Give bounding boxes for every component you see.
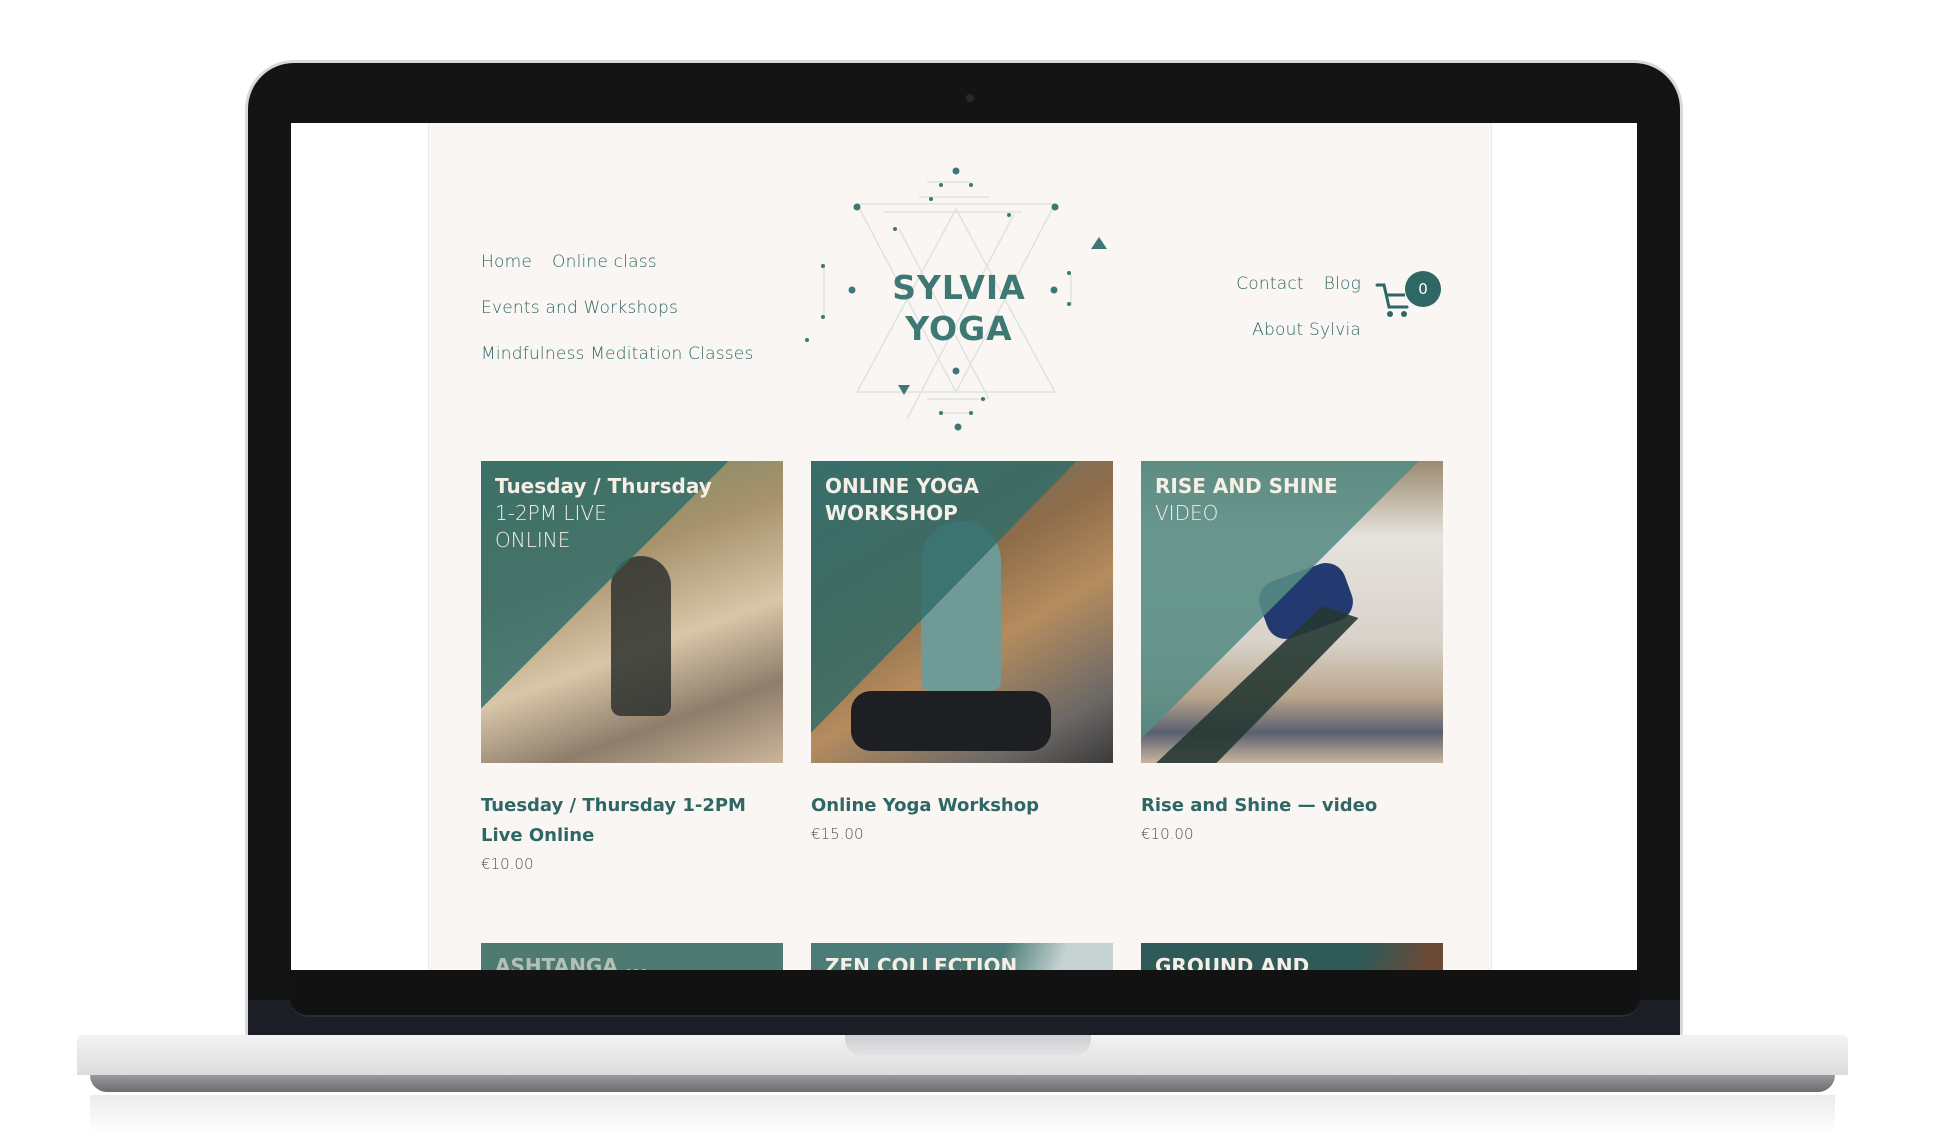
product-card: RISE AND SHINE VIDEO Rise and Shine — vi… — [1141, 461, 1443, 873]
caption-light: 1-2PM LIVE — [495, 501, 607, 525]
caption-light: VIDEO — [1155, 501, 1219, 525]
cart-button[interactable]: 0 — [1375, 271, 1441, 317]
product-card: ONLINE YOGA WORKSHOP Online Yoga Worksho… — [811, 461, 1113, 873]
image-caption: ASHTANGA ... — [495, 953, 648, 970]
logo-wordmark: SYLVIA YOGA — [799, 267, 1119, 349]
product-price: €10.00 — [1141, 825, 1194, 843]
caption-bold: ASHTANGA ... — [495, 954, 648, 970]
caption-bold: RISE AND SHINE — [1155, 474, 1338, 498]
image-caption: ONLINE YOGA WORKSHOP — [825, 473, 979, 527]
web-page: Home Online class Events and Workshops M… — [428, 123, 1492, 970]
logo-line-1: SYLVIA — [892, 268, 1026, 307]
laptop-screen: Home Online class Events and Workshops M… — [291, 123, 1637, 970]
product-image[interactable]: ONLINE YOGA WORKSHOP — [811, 461, 1113, 763]
primary-nav-left: Home Online class Events and Workshops M… — [481, 239, 754, 377]
product-image[interactable]: ASHTANGA ... — [481, 943, 783, 970]
caption-bold: GROUND AND — [1155, 954, 1310, 970]
laptop-reflection — [90, 1095, 1835, 1134]
cart-count-badge: 0 — [1405, 271, 1441, 307]
nav-mindfulness-classes[interactable]: Mindfulness Meditation Classes — [481, 344, 754, 364]
laptop-opening-notch — [845, 1035, 1091, 1055]
image-caption: GROUND AND — [1155, 953, 1309, 970]
product-image[interactable]: Tuesday / Thursday 1-2PM LIVE ONLINE — [481, 461, 783, 763]
image-caption: Tuesday / Thursday 1-2PM LIVE ONLINE — [495, 473, 712, 554]
nav-online-class[interactable]: Online class — [552, 252, 657, 272]
product-grid-row-2: ASHTANGA ... ZEN COLLECTION GROUND AND — [481, 943, 1443, 970]
caption-light: ONLINE — [495, 528, 571, 552]
nav-home[interactable]: Home — [481, 252, 532, 272]
image-caption: ZEN COLLECTION — [825, 953, 1017, 970]
product-card: Tuesday / Thursday 1-2PM LIVE ONLINE Tue… — [481, 461, 783, 873]
primary-nav-right: Contact Blog About Sylvia — [1236, 261, 1361, 353]
nav-contact[interactable]: Contact — [1236, 274, 1304, 294]
product-title[interactable]: Online Yoga Workshop — [811, 791, 1113, 821]
product-price: €10.00 — [481, 855, 534, 873]
camera-icon — [966, 94, 974, 102]
yoga-figure-legs — [851, 691, 1051, 751]
nav-events-workshops[interactable]: Events and Workshops — [481, 298, 678, 318]
product-price: €15.00 — [811, 825, 864, 843]
nav-blog[interactable]: Blog — [1324, 274, 1361, 294]
laptop-bezel-chin — [290, 970, 1640, 1017]
caption-bold: WORKSHOP — [825, 501, 958, 525]
caption-bold: Tuesday / Thursday — [495, 474, 712, 498]
laptop-base-bottom — [90, 1075, 1835, 1092]
nav-about-sylvia[interactable]: About Sylvia — [1252, 320, 1361, 340]
product-title[interactable]: Tuesday / Thursday 1-2PM Live Online — [481, 791, 783, 851]
image-caption: RISE AND SHINE VIDEO — [1155, 473, 1338, 527]
yoga-figure — [611, 556, 671, 716]
logo-line-2: YOGA — [905, 309, 1013, 348]
product-image[interactable]: GROUND AND — [1141, 943, 1443, 970]
product-image[interactable]: ZEN COLLECTION — [811, 943, 1113, 970]
product-title[interactable]: Rise and Shine — video — [1141, 791, 1443, 821]
product-grid: Tuesday / Thursday 1-2PM LIVE ONLINE Tue… — [481, 461, 1443, 873]
caption-bold: ZEN COLLECTION — [825, 954, 1018, 970]
site-logo[interactable]: SYLVIA YOGA — [799, 159, 1119, 449]
product-image[interactable]: RISE AND SHINE VIDEO — [1141, 461, 1443, 763]
caption-bold: ONLINE YOGA — [825, 474, 979, 498]
